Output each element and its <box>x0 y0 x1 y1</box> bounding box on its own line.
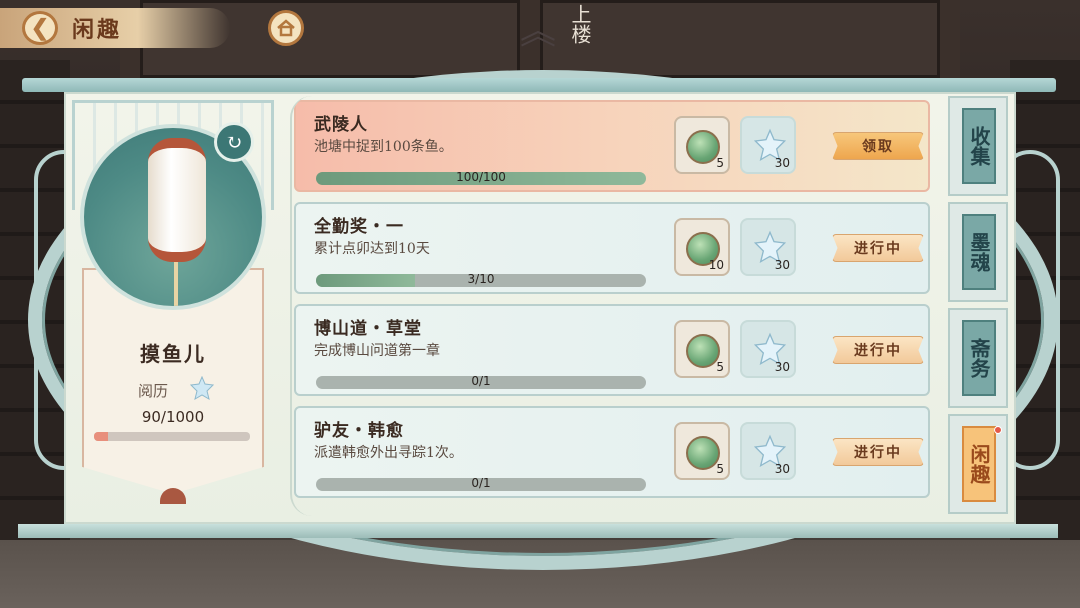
back-button[interactable]: ❮ <box>22 11 58 45</box>
side-tab[interactable]: 收集 <box>948 96 1008 196</box>
reward-count: 5 <box>716 360 724 374</box>
board-cap <box>22 78 1056 92</box>
reward-star[interactable]: 30 <box>740 116 796 174</box>
reward-count: 5 <box>716 156 724 170</box>
reward-jade[interactable]: 5 <box>674 116 730 174</box>
reward-jade[interactable]: 5 <box>674 422 730 480</box>
reward-jade[interactable]: 10 <box>674 218 730 276</box>
task-title: 武陵人 <box>314 115 368 135</box>
reward-count: 30 <box>774 258 790 272</box>
jade-coin-icon <box>686 130 720 164</box>
refresh-icon: ↻ <box>225 130 243 154</box>
up-chevron-icon[interactable]: ︽ <box>520 14 556 50</box>
task-description: 完成博山问道第一章 <box>314 343 440 359</box>
upstairs-label: 上楼 <box>568 4 592 44</box>
reward-star[interactable]: 30 <box>740 422 796 480</box>
reward-count: 30 <box>774 462 790 476</box>
tab-label: 收集 <box>962 108 996 184</box>
exp-label: 阅历 <box>138 382 169 400</box>
reward-count: 30 <box>774 360 790 374</box>
claim-button[interactable]: 领取 <box>832 132 924 160</box>
task-row: 驴友・韩愈 派遣韩愈外出寻踪1次。 0/1 5 30 进行中 <box>294 406 930 498</box>
board-base <box>18 524 1058 538</box>
task-list[interactable]: 武陵人 池塘中捉到100条鱼。 100/100 5 30 领取 全勤奖・一 累计… <box>290 96 940 516</box>
home-button[interactable] <box>268 10 304 46</box>
task-progress-text: 3/10 <box>467 272 495 286</box>
task-row: 全勤奖・一 累计点卯达到10天 3/10 10 30 进行中 <box>294 202 930 294</box>
notification-dot <box>994 426 1002 434</box>
star-icon <box>190 376 214 400</box>
task-progress-text: 0/1 <box>471 374 491 388</box>
exp-progress-bar <box>94 432 250 441</box>
task-row: 博山道・草堂 完成博山问道第一章 0/1 5 30 进行中 <box>294 304 930 396</box>
exp-value: 90/1000 <box>141 408 205 426</box>
lantern-tassel <box>174 262 178 306</box>
side-tab[interactable]: 墨魂 <box>948 202 1008 302</box>
upstairs-sign[interactable]: 上楼 <box>555 0 605 75</box>
page-title: 闲趣 <box>72 17 123 43</box>
reward-star[interactable]: 30 <box>740 320 796 378</box>
tab-label: 闲趣 <box>962 426 996 502</box>
reward-count: 30 <box>774 156 790 170</box>
profile-card: ↻ 摸鱼儿 阅历 90/1000 <box>72 100 274 516</box>
in-progress-button[interactable]: 进行中 <box>832 234 924 262</box>
jade-coin-icon <box>686 436 720 470</box>
jade-coin-icon <box>686 334 720 368</box>
profile-name: 摸鱼儿 <box>140 342 206 366</box>
back-arrow-icon: ❮ <box>30 15 50 41</box>
in-progress-button[interactable]: 进行中 <box>832 336 924 364</box>
side-tab[interactable]: 斋务 <box>948 308 1008 408</box>
task-progress-text: 100/100 <box>456 170 506 184</box>
task-title: 驴友・韩愈 <box>314 421 404 441</box>
side-tab[interactable]: 闲趣 <box>948 414 1008 514</box>
task-description: 派遣韩愈外出寻踪1次。 <box>314 445 463 461</box>
task-title: 全勤奖・一 <box>314 217 404 237</box>
task-description: 累计点卯达到10天 <box>314 241 430 257</box>
home-icon <box>277 19 295 37</box>
exp-progress-fill <box>94 432 109 441</box>
reward-count: 5 <box>716 462 724 476</box>
reward-star[interactable]: 30 <box>740 218 796 276</box>
refresh-button[interactable]: ↻ <box>214 122 254 162</box>
task-progress-text: 0/1 <box>471 476 491 490</box>
task-row: 武陵人 池塘中捉到100条鱼。 100/100 5 30 领取 <box>294 100 930 192</box>
tab-label: 斋务 <box>962 320 996 396</box>
task-title: 博山道・草堂 <box>314 319 422 339</box>
tab-label: 墨魂 <box>962 214 996 290</box>
reward-count: 10 <box>708 258 724 272</box>
lantern-icon <box>148 138 206 262</box>
in-progress-button[interactable]: 进行中 <box>832 438 924 466</box>
task-description: 池塘中捉到100条鱼。 <box>314 139 453 155</box>
reward-jade[interactable]: 5 <box>674 320 730 378</box>
